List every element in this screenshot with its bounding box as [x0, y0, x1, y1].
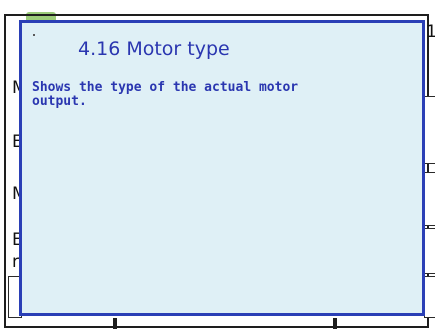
- background-field-box-2: [424, 172, 435, 226]
- popup-corner-dot: [33, 34, 35, 36]
- background-divider-right: [333, 318, 337, 329]
- background-divider-left: [113, 318, 117, 329]
- help-popup: 4.16 Motor type Shows the type of the ac…: [19, 20, 425, 316]
- popup-title: 4.16 Motor type: [78, 38, 230, 60]
- popup-description: Shows the type of the actual motor outpu…: [32, 80, 299, 109]
- background-field-box-1: [424, 96, 435, 164]
- background-text-fragment: r: [12, 252, 19, 272]
- background-field-box-3: [424, 228, 435, 274]
- background-field-box-5: [424, 276, 435, 318]
- background-text-fragment: 1: [426, 22, 435, 42]
